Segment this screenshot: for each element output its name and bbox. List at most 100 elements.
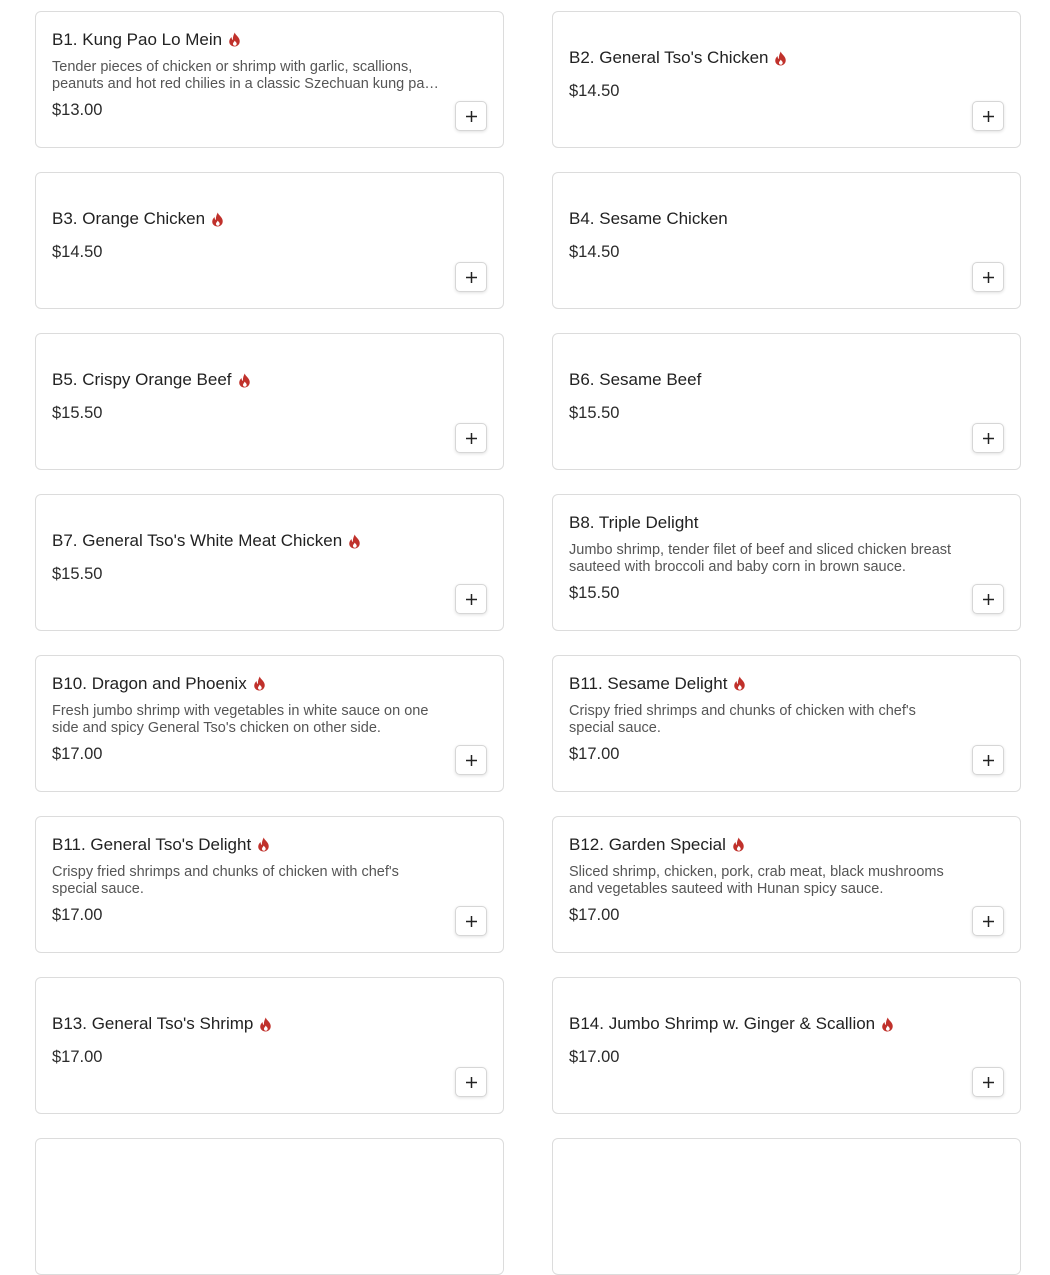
menu-item-card-13[interactable]: B13. General Tso's Shrimp $17.00 [35,977,504,1114]
menu-item-card-11[interactable]: B11. General Tso's Delight Crispy fried … [35,816,504,953]
menu-item-card-10[interactable]: B11. Sesame Delight Crispy fried shrimps… [552,655,1021,792]
menu-item-description: Fresh jumbo shrimp with vegetables in wh… [52,702,429,736]
flame-icon [238,373,250,387]
menu-item-title-row: B8. Triple Delight [569,513,960,533]
menu-item-title-row: B12. Garden Special [569,835,960,855]
flame-icon [253,676,265,691]
plus-icon [465,110,477,122]
menu-item-description: Tender pieces of chicken or shrimp with … [52,58,433,92]
menu-item-title-row: B11. Sesame Delight [569,674,960,694]
menu-item-title: B7. General Tso's White Meat Chicken [52,531,343,550]
add-to-cart-button[interactable] [455,101,487,131]
menu-item-card-partial[interactable] [552,1138,1021,1275]
add-to-cart-button[interactable] [455,906,487,936]
add-to-cart-button[interactable] [972,101,1004,131]
menu-item-card-14[interactable]: B14. Jumbo Shrimp w. Ginger & Scallion $… [552,977,1021,1114]
menu-item-price: $17.00 [52,905,103,924]
add-to-cart-button[interactable] [972,1067,1004,1097]
menu-item-price: $15.50 [569,404,620,422]
menu-item-body: B13. General Tso's Shrimp $17.00 [52,1014,487,1067]
menu-item-title: B6. Sesame Beef [569,370,702,389]
add-to-cart-button[interactable] [972,584,1004,614]
plus-icon [465,915,477,927]
menu-item-card-partial[interactable] [35,1138,504,1275]
menu-item-card-4[interactable]: B4. Sesame Chicken $14.50 [552,172,1021,309]
plus-icon [465,1076,477,1088]
menu-item-title-row: B10. Dragon and Phoenix [52,674,443,694]
menu-item-card-2[interactable]: B2. General Tso's Chicken $14.50 [552,11,1021,148]
plus-icon [465,271,477,283]
menu-item-title-row: B5. Crispy Orange Beef [52,370,443,390]
plus-icon [982,754,994,766]
menu-item-card-9[interactable]: B10. Dragon and Phoenix Fresh jumbo shri… [35,655,504,792]
menu-item-price: $17.00 [52,744,103,763]
flame-icon [349,534,360,548]
menu-item-price: $15.50 [569,583,620,602]
add-to-cart-button[interactable] [455,262,487,292]
menu-item-description: Jumbo shrimp, tender filet of beef and s… [569,541,952,575]
flame-icon [212,212,223,226]
menu-item-title: B11. Sesame Delight [569,673,728,693]
flame-icon [258,837,269,852]
menu-item-body: B5. Crispy Orange Beef $15.50 [52,370,487,423]
menu-item-title-row: B1. Kung Pao Lo Mein [52,30,443,50]
menu-item-card-12[interactable]: B12. Garden Special Sliced shrimp, chick… [552,816,1021,953]
menu-item-body: B14. Jumbo Shrimp w. Ginger & Scallion $… [569,1014,1004,1067]
add-to-cart-button[interactable] [972,262,1004,292]
menu-item-title: B8. Triple Delight [569,512,699,532]
menu-item-card-7[interactable]: B7. General Tso's White Meat Chicken $15… [35,494,504,631]
menu-item-title-row: B14. Jumbo Shrimp w. Ginger & Scallion [569,1014,960,1034]
plus-icon [982,110,994,122]
menu-item-price: $17.00 [569,1048,620,1066]
add-to-cart-button[interactable] [455,584,487,614]
menu-item-title-row: B4. Sesame Chicken [569,209,960,229]
flame-icon [733,837,744,852]
menu-item-title-row: B11. General Tso's Delight [52,835,443,855]
menu-item-title: B1. Kung Pao Lo Mein [52,29,223,49]
menu-item-title: B2. General Tso's Chicken [569,48,769,67]
menu-item-body: B2. General Tso's Chicken $14.50 [569,48,1004,101]
menu-grid: B1. Kung Pao Lo Mein Tender pieces of ch… [35,11,1021,1275]
plus-icon [982,915,994,927]
flame-icon [260,1017,272,1031]
menu-item-title: B14. Jumbo Shrimp w. Ginger & Scallion [569,1014,876,1033]
menu-item-card-3[interactable]: B3. Orange Chicken $14.50 [35,172,504,309]
menu-item-price: $14.50 [569,82,620,100]
flame-icon [229,32,240,47]
menu-item-title-row: B3. Orange Chicken [52,209,443,229]
add-to-cart-button[interactable] [972,906,1004,936]
menu-item-title-row: B13. General Tso's Shrimp [52,1014,443,1034]
menu-item-body: B10. Dragon and Phoenix Fresh jumbo shri… [52,674,487,764]
menu-item-title-row: B2. General Tso's Chicken [569,48,960,68]
menu-item-price: $14.50 [569,243,620,261]
menu-item-title-row: B7. General Tso's White Meat Chicken [52,531,443,551]
menu-item-title: B13. General Tso's Shrimp [52,1014,254,1033]
menu-item-body: B8. Triple Delight Jumbo shrimp, tender … [569,513,1004,603]
menu-item-title: B5. Crispy Orange Beef [52,370,232,389]
menu-item-card-5[interactable]: B5. Crispy Orange Beef $15.50 [35,333,504,470]
menu-item-card-8[interactable]: B8. Triple Delight Jumbo shrimp, tender … [552,494,1021,631]
menu-item-price: $15.50 [52,565,103,583]
menu-item-body: B6. Sesame Beef $15.50 [569,370,1004,423]
plus-icon [465,754,477,766]
menu-item-card-1[interactable]: B1. Kung Pao Lo Mein Tender pieces of ch… [35,11,504,148]
menu-item-description: Sliced shrimp, chicken, pork, crab meat,… [569,863,944,897]
plus-icon [982,271,994,283]
plus-icon [982,593,994,605]
menu-item-card-6[interactable]: B6. Sesame Beef $15.50 [552,333,1021,470]
menu-item-title: B4. Sesame Chicken [569,209,728,228]
menu-item-price: $17.00 [569,744,620,763]
flame-icon [882,1017,893,1031]
menu-item-body: B4. Sesame Chicken $14.50 [569,209,1004,262]
add-to-cart-button[interactable] [972,423,1004,453]
add-to-cart-button[interactable] [455,423,487,453]
menu-item-body: B1. Kung Pao Lo Mein Tender pieces of ch… [52,30,487,120]
add-to-cart-button[interactable] [455,745,487,775]
menu-item-body: B12. Garden Special Sliced shrimp, chick… [569,835,1004,925]
add-to-cart-button[interactable] [972,745,1004,775]
menu-item-title-row: B6. Sesame Beef [569,370,960,390]
menu-item-price: $15.50 [52,404,103,422]
plus-icon [982,1076,994,1088]
menu-item-body: B3. Orange Chicken $14.50 [52,209,487,262]
add-to-cart-button[interactable] [455,1067,487,1097]
